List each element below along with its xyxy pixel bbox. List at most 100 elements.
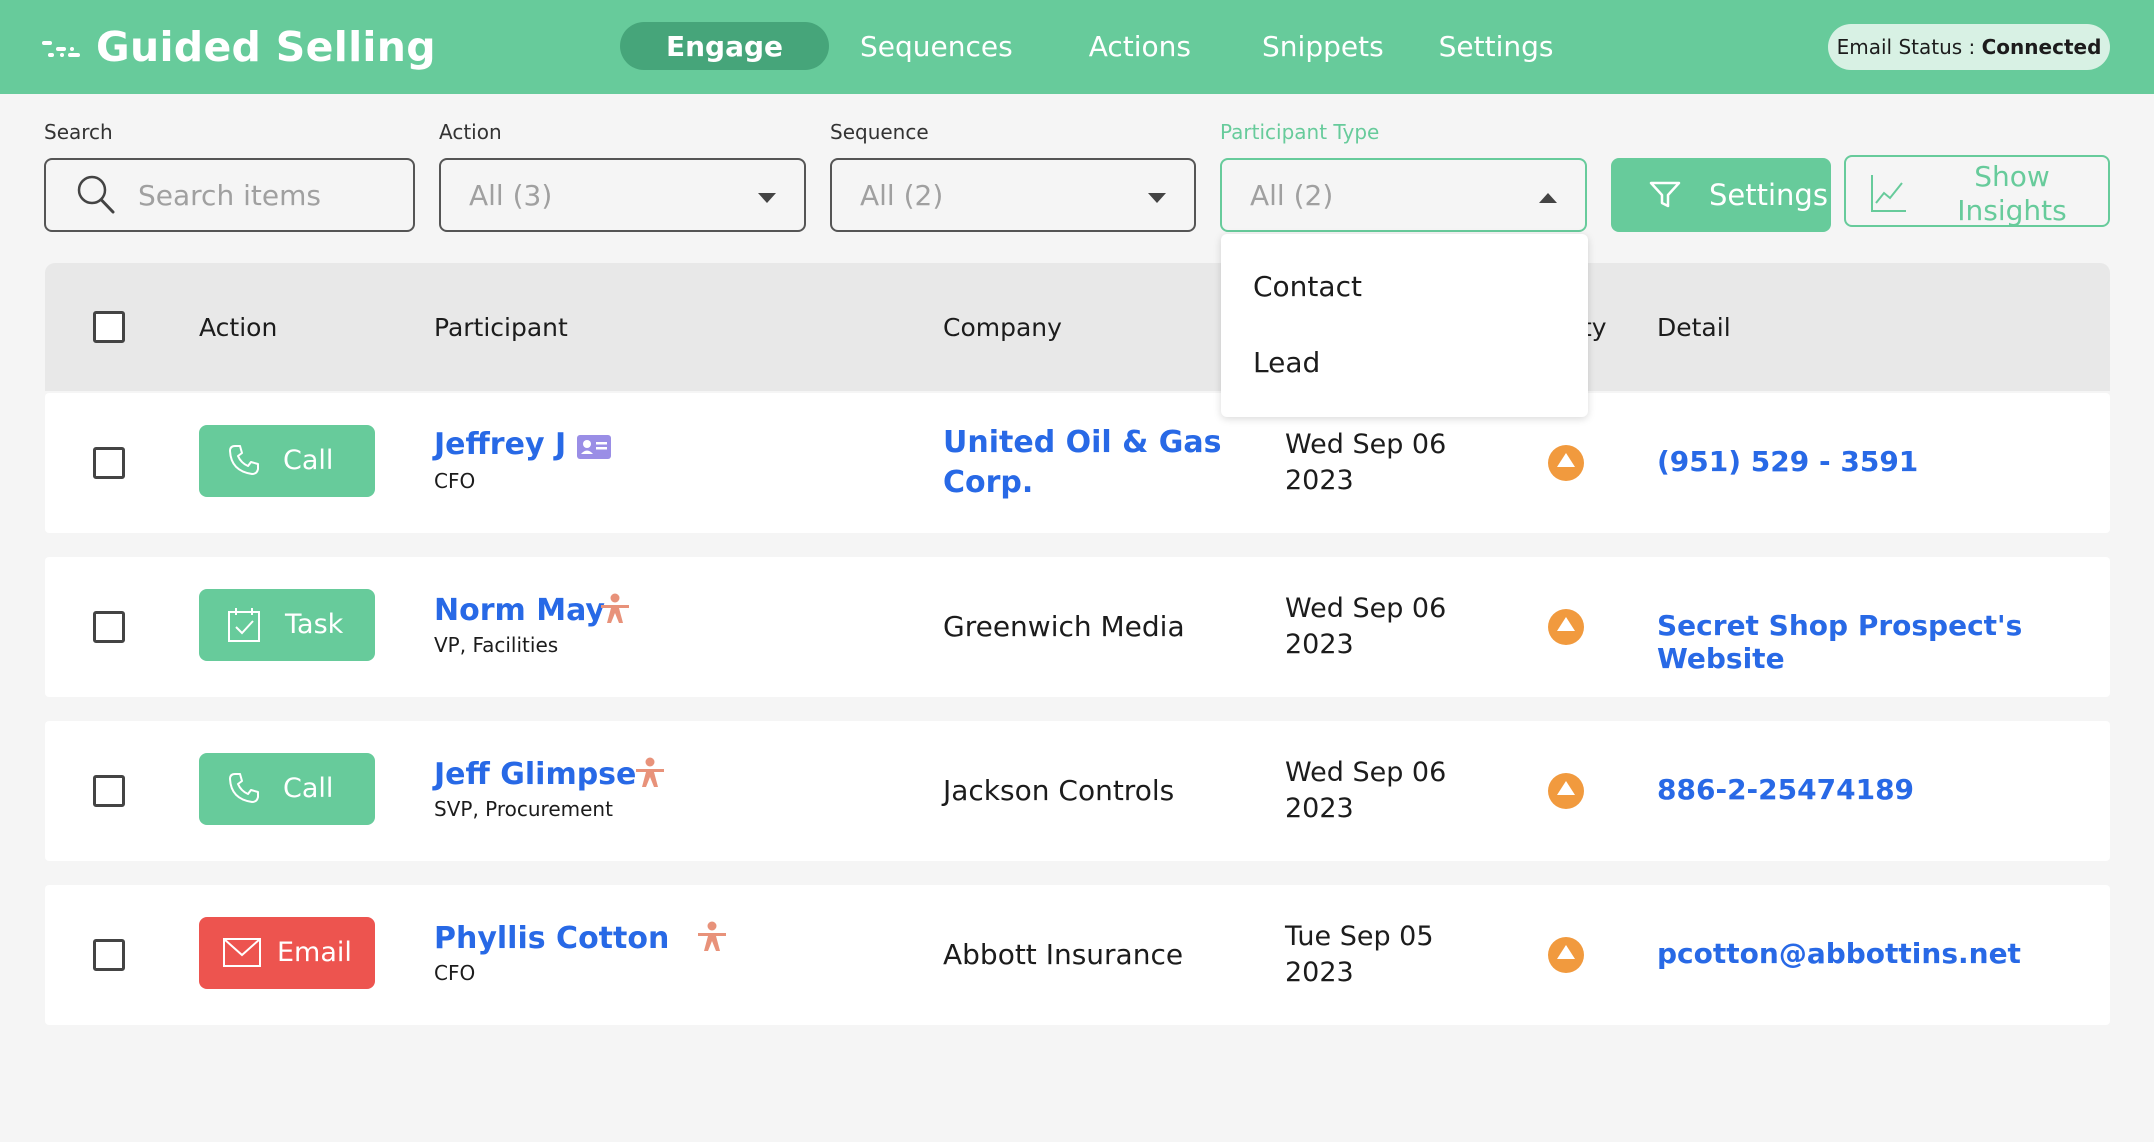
- email-status-badge: Email Status : Connected: [1828, 24, 2110, 70]
- participant-title: CFO: [434, 469, 476, 493]
- contact-card-icon: [577, 435, 611, 459]
- participant-title: SVP, Procurement: [434, 797, 613, 821]
- row-checkbox[interactable]: [93, 939, 125, 971]
- tab-settings[interactable]: Settings: [1415, 22, 1578, 70]
- tab-engage[interactable]: Engage: [620, 22, 830, 70]
- call-button-label: Call: [283, 445, 334, 476]
- column-header-detail[interactable]: Detail: [1657, 313, 1731, 342]
- app-title: Guided Selling: [96, 23, 436, 71]
- company-name-line1: United Oil & Gas: [943, 425, 1222, 460]
- main-nav: Engage Sequences Actions Snippets Settin…: [620, 22, 1578, 70]
- call-button-label: Call: [283, 773, 334, 804]
- row-checkbox[interactable]: [93, 775, 125, 807]
- email-button-label: Email: [277, 937, 352, 968]
- due-date: Wed Sep 06 2023: [1285, 755, 1446, 827]
- priority-up-icon: [1548, 609, 1584, 645]
- participant-name-link[interactable]: Jeff Glimpse: [434, 757, 636, 792]
- chart-line-icon: [1871, 175, 1906, 212]
- filter-icon: [1649, 181, 1681, 208]
- participant-type-label: Participant Type: [1220, 120, 1380, 144]
- column-header-company[interactable]: Company: [943, 313, 1062, 342]
- lead-person-icon: [636, 757, 664, 787]
- envelope-icon: [223, 938, 261, 967]
- company-name-line2: Corp.: [943, 465, 1034, 500]
- due-date-year: 2023: [1285, 793, 1354, 824]
- phone-number-link[interactable]: (951) 529 - 3591: [1657, 445, 1918, 478]
- action-filter-label: Action: [439, 120, 502, 144]
- email-button[interactable]: Email: [199, 917, 375, 989]
- brand[interactable]: Guided Selling: [42, 22, 436, 72]
- show-insights-button[interactable]: Show Insights: [1844, 155, 2110, 227]
- dropdown-option-lead[interactable]: Lead: [1253, 346, 1320, 379]
- action-filter-value: All (3): [469, 178, 553, 212]
- top-navigation-bar: Guided Selling Engage Sequences Actions …: [0, 0, 2154, 94]
- search-icon: [77, 175, 115, 214]
- due-date-year: 2023: [1285, 629, 1354, 660]
- phone-icon: [229, 773, 259, 803]
- due-date: Wed Sep 06 2023: [1285, 591, 1446, 663]
- email-status-value: Connected: [1981, 35, 2102, 59]
- filter-settings-button[interactable]: Settings: [1611, 158, 1831, 232]
- due-date-day: Wed Sep 06: [1285, 757, 1447, 788]
- due-date-day: Wed Sep 06: [1285, 593, 1447, 624]
- brand-logo-icon: [42, 35, 82, 59]
- lead-person-icon: [601, 593, 629, 623]
- website-link[interactable]: Secret Shop Prospect's Website: [1657, 609, 2110, 675]
- company-link[interactable]: United Oil & Gas Corp.: [943, 423, 1221, 503]
- search-input[interactable]: [138, 178, 388, 212]
- due-date: Wed Sep 06 2023: [1285, 427, 1446, 499]
- tab-actions[interactable]: Actions: [1044, 22, 1231, 70]
- priority-up-icon: [1548, 773, 1584, 809]
- tab-snippets[interactable]: Snippets: [1231, 22, 1415, 70]
- chevron-down-icon: [1148, 193, 1166, 203]
- participant-title: VP, Facilities: [434, 633, 559, 657]
- table-row[interactable]: Call Jeffrey J CFO United Oil & Gas Corp…: [45, 393, 2110, 533]
- phone-number-link[interactable]: 886-2-25474189: [1657, 773, 1914, 806]
- email-status-label: Email Status :: [1836, 35, 1976, 59]
- participant-type-dropdown-menu: Contact Lead: [1221, 234, 1588, 417]
- priority-up-icon: [1548, 445, 1584, 481]
- task-button-label: Task: [285, 609, 344, 640]
- dropdown-option-contact[interactable]: Contact: [1253, 270, 1362, 303]
- company-name: Jackson Controls: [943, 774, 1175, 807]
- table-row[interactable]: Email Phyllis Cotton CFO Abbott Insuranc…: [45, 885, 2110, 1025]
- due-date: Tue Sep 05 2023: [1285, 919, 1434, 991]
- search-box[interactable]: [44, 158, 415, 232]
- phone-icon: [229, 445, 259, 475]
- due-date-day: Tue Sep 05: [1285, 921, 1434, 952]
- search-label: Search: [44, 120, 113, 144]
- participant-type-value: All (2): [1250, 178, 1334, 212]
- filter-settings-label: Settings: [1709, 178, 1828, 212]
- priority-up-icon: [1548, 937, 1584, 973]
- action-filter-select[interactable]: All (3): [439, 158, 806, 232]
- participant-name-link[interactable]: Phyllis Cotton: [434, 921, 669, 956]
- show-insights-label: Show Insights: [1916, 160, 2108, 228]
- table-row[interactable]: Task Norm May VP, Facilities Greenwich M…: [45, 557, 2110, 697]
- show-insights-line2: Insights: [1957, 194, 2067, 227]
- company-name: Greenwich Media: [943, 610, 1185, 643]
- table-header: Action Participant Company ty Detail: [45, 263, 2110, 391]
- sequence-filter-select[interactable]: All (2): [830, 158, 1196, 232]
- row-checkbox[interactable]: [93, 611, 125, 643]
- chevron-down-icon: [758, 193, 776, 203]
- participant-name-link[interactable]: Jeffrey J: [434, 427, 566, 462]
- due-date-day: Wed Sep 06: [1285, 429, 1447, 460]
- tab-sequences[interactable]: Sequences: [829, 22, 1044, 70]
- column-header-action[interactable]: Action: [199, 313, 277, 342]
- email-address-link[interactable]: pcotton@abbottins.net: [1657, 937, 2021, 970]
- participant-type-select[interactable]: All (2): [1220, 158, 1587, 232]
- due-date-year: 2023: [1285, 957, 1354, 988]
- task-button[interactable]: Task: [199, 589, 375, 661]
- column-header-participant[interactable]: Participant: [434, 313, 568, 342]
- chevron-up-icon: [1539, 193, 1557, 203]
- participant-title: CFO: [434, 961, 476, 985]
- row-checkbox[interactable]: [93, 447, 125, 479]
- due-date-year: 2023: [1285, 465, 1354, 496]
- call-button[interactable]: Call: [199, 753, 375, 825]
- show-insights-line1: Show: [1974, 160, 2050, 193]
- select-all-checkbox[interactable]: [93, 311, 125, 343]
- sequence-filter-label: Sequence: [830, 120, 929, 144]
- table-row[interactable]: Call Jeff Glimpse SVP, Procurement Jacks…: [45, 721, 2110, 861]
- participant-name-link[interactable]: Norm May: [434, 593, 605, 628]
- call-button[interactable]: Call: [199, 425, 375, 497]
